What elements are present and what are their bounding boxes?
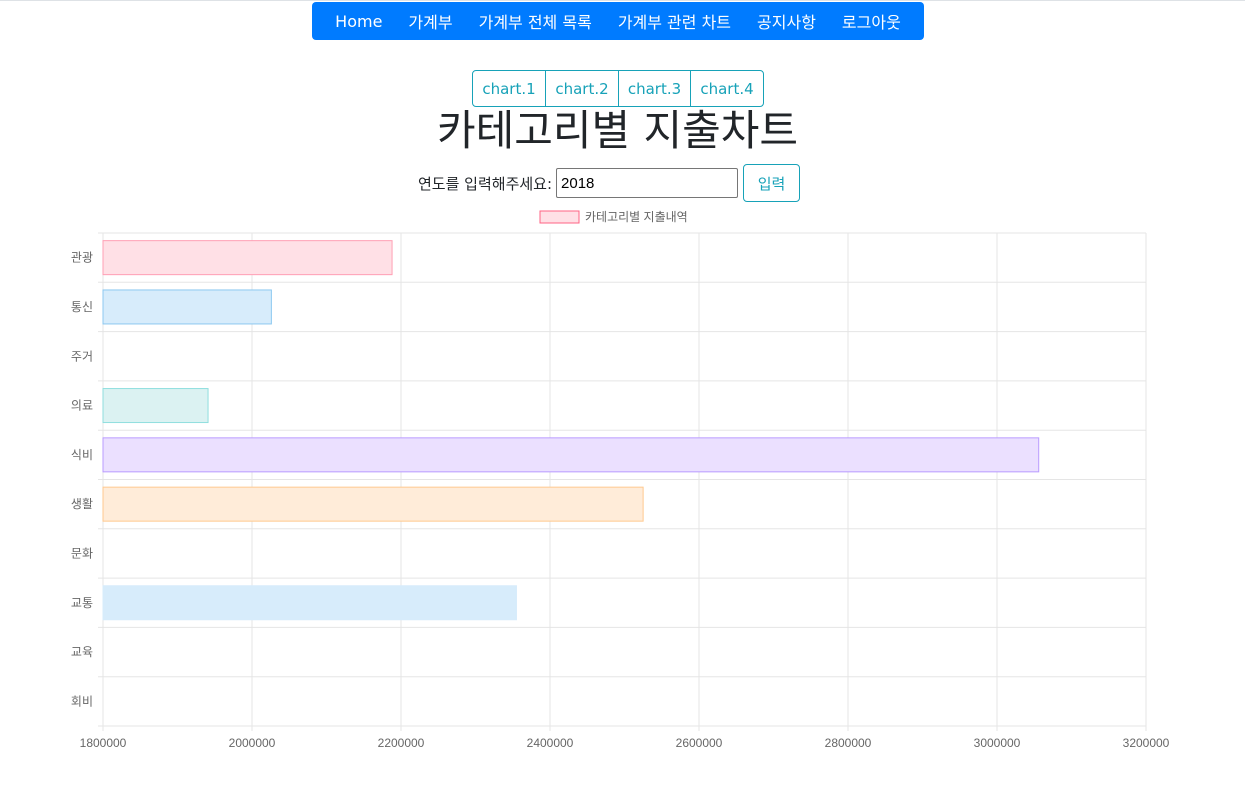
y-tick-label: 교통 [71, 596, 93, 610]
y-tick-label: 의료 [71, 399, 93, 413]
x-tick-label: 2800000 [825, 736, 872, 750]
x-tick-label: 3000000 [974, 736, 1021, 750]
category-expense-chart: 1800000 2000000 2200000 2400000 2600000 28000… [71, 210, 1170, 750]
y-tick-label: 회비 [71, 694, 93, 708]
bar [102, 289, 272, 325]
legend-label: 카테고리별 지출내역 [585, 210, 688, 224]
x-tick-label: 2200000 [378, 736, 425, 750]
y-tick-label: 식비 [71, 448, 93, 462]
y-tick-label: 교육 [71, 645, 93, 659]
x-tick-label: 2000000 [229, 736, 276, 750]
x-tick-label: 2400000 [527, 736, 574, 750]
bar [102, 388, 209, 424]
y-tick-label: 문화 [71, 546, 93, 560]
x-tick-label: 1800000 [80, 736, 127, 750]
legend-swatch [539, 210, 580, 224]
bar [102, 585, 517, 621]
bar [102, 486, 644, 522]
y-tick-label: 통신 [71, 300, 93, 314]
bar [102, 240, 393, 276]
y-tick-label: 관광 [71, 251, 93, 265]
y-tick-label: 주거 [71, 349, 93, 363]
y-tick-label: 생활 [71, 497, 93, 511]
bar [102, 437, 1040, 473]
x-tick-label: 3200000 [1123, 736, 1170, 750]
x-tick-label: 2600000 [676, 736, 723, 750]
